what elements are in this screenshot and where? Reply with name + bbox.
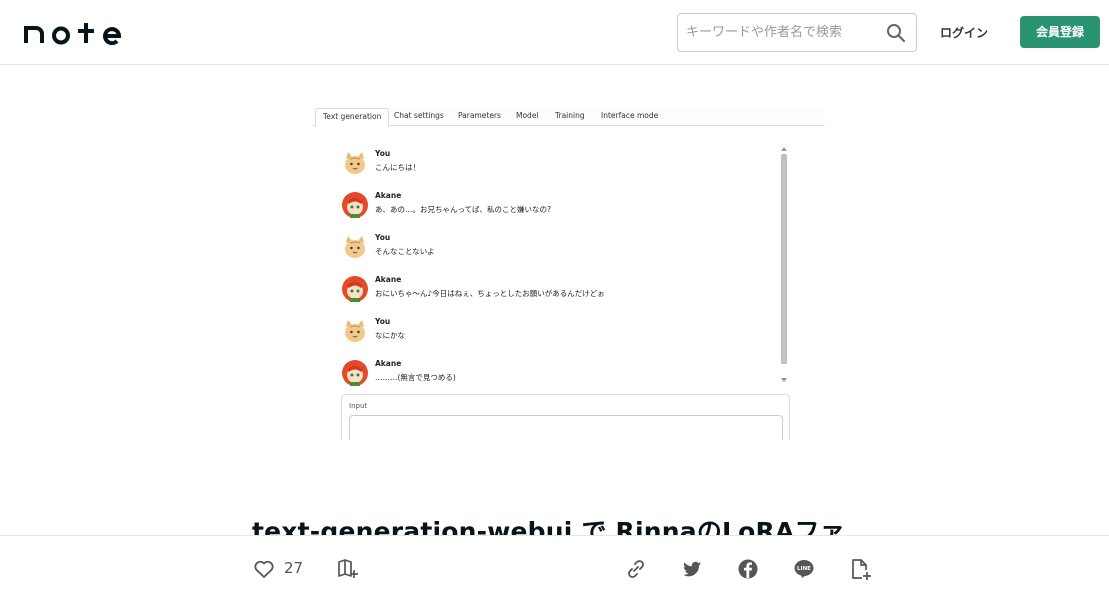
cat-avatar-icon (345, 320, 365, 342)
webui-tab-parameters: Parameters (458, 111, 501, 120)
message-author: You (375, 233, 391, 242)
like-count: 27 (284, 559, 304, 577)
site-header: ログイン 会員登録 (0, 0, 1109, 65)
note-add-icon[interactable] (848, 557, 872, 581)
girl-avatar-icon (342, 276, 368, 302)
webui-tab-text-generation: Text generation (315, 108, 390, 127)
article-action-bar: 27 LINE (0, 535, 1109, 600)
webui-tab-model: Model (516, 111, 539, 120)
article-header-image: Text generation Chat settings Parameters… (313, 108, 825, 440)
scroll-up-arrow-icon (781, 147, 787, 151)
link-icon[interactable] (624, 557, 648, 581)
webui-tab-training: Training (555, 111, 585, 120)
webui-tabbar: Text generation Chat settings Parameters… (313, 108, 825, 127)
chat-scrollbar (779, 146, 789, 386)
message-author: Akane (375, 359, 402, 368)
search-box[interactable] (677, 13, 917, 52)
chat-message: You そんなことないよ (341, 233, 771, 263)
facebook-icon[interactable] (736, 557, 760, 581)
message-author: You (375, 149, 391, 158)
chat-message: Akane あ、あの…。お兄ちゃんってば、私のこと嫌いなの? (341, 191, 771, 221)
message-author: You (375, 317, 391, 326)
search-icon[interactable] (886, 23, 906, 43)
chat-message: Akane おにいちゃ～ん♪今日はねぇ、ちょっとしたお願いがあるんだけどぉ (341, 275, 771, 305)
message-text: なにかな (375, 331, 405, 340)
search-input[interactable] (686, 14, 881, 51)
girl-avatar-icon (342, 360, 368, 386)
message-text: こんにちは！ (375, 163, 420, 172)
webui-input-label: Input (349, 402, 368, 410)
message-text: ………(無言で見つめる) (375, 373, 456, 382)
magazine-add-icon[interactable] (336, 557, 360, 581)
webui-tab-chat-settings: Chat settings (394, 111, 444, 120)
cat-avatar-icon (345, 236, 365, 258)
chat-message: Akane ………(無言で見つめる) (341, 359, 771, 389)
webui-input-area (349, 415, 783, 440)
girl-avatar-icon (342, 192, 368, 218)
message-author: Akane (375, 191, 402, 200)
svg-text:LINE: LINE (797, 566, 811, 572)
line-icon[interactable]: LINE (792, 557, 816, 581)
login-button[interactable]: ログイン (930, 22, 998, 44)
scroll-down-arrow-icon (781, 378, 787, 382)
twitter-icon[interactable] (680, 557, 704, 581)
message-text: そんなことないよ (375, 247, 435, 256)
scroll-thumb (781, 154, 787, 364)
webui-input-panel: Input (341, 394, 790, 440)
note-logo[interactable] (24, 19, 124, 45)
heart-icon[interactable] (252, 557, 276, 581)
message-text: あ、あの…。お兄ちゃんってば、私のこと嫌いなの? (375, 205, 551, 214)
webui-tab-interface-mode: Interface mode (601, 111, 659, 120)
chat-message: You なにかな (341, 317, 771, 347)
chat-log: You こんにちは！ Akane あ、あの…。お兄ちゃんってば、私のこと嫌いなの… (341, 148, 791, 390)
signup-button[interactable]: 会員登録 (1020, 16, 1100, 48)
message-text: おにいちゃ～ん♪今日はねぇ、ちょっとしたお願いがあるんだけどぉ (375, 289, 605, 298)
cat-avatar-icon (345, 152, 365, 174)
message-author: Akane (375, 275, 402, 284)
chat-message: You こんにちは！ (341, 149, 771, 179)
